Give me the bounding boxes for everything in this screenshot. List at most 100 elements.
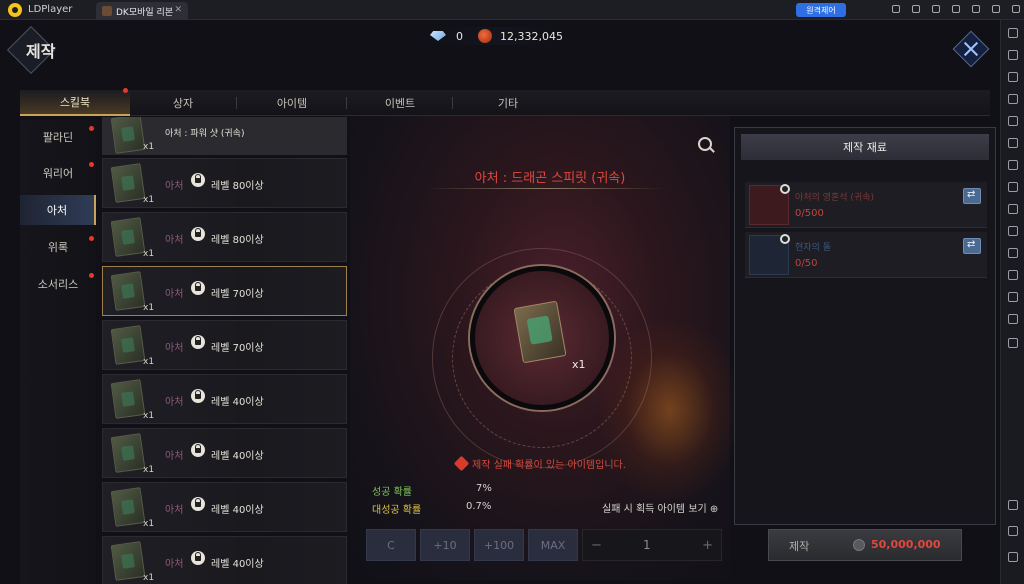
plus-10-button[interactable]: +10	[420, 529, 470, 561]
zoom-icon	[780, 184, 790, 194]
record-icon[interactable]	[1008, 160, 1018, 170]
screen-icon[interactable]	[952, 5, 960, 13]
fail-items-label: 실패 시 획득 아이템 보기	[602, 504, 707, 515]
screenshot-icon[interactable]	[1008, 116, 1018, 126]
tab-close-icon[interactable]: ✕	[174, 5, 182, 15]
recipe-item[interactable]: x1 아처 레벨 70이상	[102, 320, 347, 370]
recipe-list: x1 아처 : 파워 샷 (귀속) x1 아처 레벨 80이상 x1 아처 레벨…	[102, 117, 348, 584]
class-item-warlock[interactable]: 위록	[20, 232, 96, 262]
great-success-rate-row: 대성공 확률 0.7%	[372, 501, 491, 516]
back-icon[interactable]	[1008, 500, 1018, 510]
category-tabs: 스킬북 상자 아이템 이벤트 기타	[20, 88, 990, 116]
class-label: 위록	[47, 241, 69, 254]
clear-button[interactable]: C	[366, 529, 416, 561]
recipe-item[interactable]: x1 아처 레벨 40이상	[102, 374, 347, 424]
shake-icon[interactable]	[1008, 182, 1018, 192]
recipe-level: 레벨 40이상	[211, 451, 264, 462]
tab-divider	[236, 97, 237, 109]
class-item-warrior[interactable]: 워리어	[20, 158, 96, 188]
recipe-item-selected[interactable]: x1 아처 레벨 70이상	[102, 266, 347, 316]
home-icon[interactable]	[1008, 526, 1018, 536]
recipe-item[interactable]: x1 아처 레벨 40이상	[102, 428, 347, 478]
apk-icon[interactable]	[1008, 204, 1018, 214]
dragon-spirit-skillbook-icon[interactable]	[513, 300, 567, 364]
emulator-side-toolbar	[1000, 20, 1024, 584]
lock-icon	[191, 389, 205, 403]
folder-icon[interactable]	[1008, 292, 1018, 302]
skillbook-icon	[110, 271, 146, 311]
recipe-item[interactable]: x1 아처 레벨 40이상	[102, 536, 347, 584]
multi-instance-icon[interactable]	[1008, 50, 1018, 60]
gps-icon[interactable]	[1008, 314, 1018, 324]
craft-label: 제작	[789, 540, 810, 553]
gold-coin-icon	[478, 29, 492, 43]
tab-etc[interactable]: 기타	[454, 90, 562, 116]
warning-icon	[453, 455, 470, 472]
recipe-item[interactable]: x1 아처 레벨 80이상	[102, 212, 347, 262]
more-icon[interactable]	[1008, 338, 1018, 348]
material-item[interactable]: 아처의 영혼석 (귀속) 0/500	[745, 182, 987, 228]
class-label: 소서리스	[37, 278, 79, 291]
fail-items-link[interactable]: 실패 시 획득 아이템 보기 ⊕	[602, 500, 718, 515]
remote-control-button[interactable]: 원격제어	[796, 3, 846, 17]
success-rate-label: 성공 확률	[372, 487, 412, 498]
class-item-archer[interactable]: 아처	[20, 195, 96, 225]
gem-icon	[430, 31, 446, 41]
recipe-prefix: 아처	[165, 451, 184, 462]
class-item-sorceress[interactable]: 소서리스	[20, 269, 96, 299]
settings-icon[interactable]	[1008, 28, 1018, 38]
recipe-qty: x1	[143, 195, 155, 205]
decrement-button[interactable]: −	[591, 538, 602, 553]
keyboard-icon[interactable]	[1008, 72, 1018, 82]
emulator-app-name: LDPlayer	[28, 4, 73, 15]
craft-button[interactable]: 제작 50,000,000	[768, 529, 962, 561]
sync-icon[interactable]	[1008, 270, 1018, 280]
zoom-icon[interactable]	[698, 137, 712, 151]
plus-100-button[interactable]: +100	[474, 529, 524, 561]
tab-divider	[346, 97, 347, 109]
tab-box[interactable]: 상자	[130, 90, 236, 116]
materials-panel: 제작 재료 아처의 영혼석 (귀속) 0/500 현자의 돌 0/50	[734, 127, 996, 525]
close-window-icon[interactable]	[1012, 5, 1020, 13]
swap-icon[interactable]	[963, 238, 981, 254]
recipe-prefix: 아처	[165, 505, 184, 516]
recipe-level: 레벨 40이상	[211, 505, 264, 516]
swap-icon[interactable]	[963, 188, 981, 204]
class-item-paladin[interactable]: 팔라딘	[20, 122, 96, 152]
max-button[interactable]: MAX	[528, 529, 578, 561]
video-icon[interactable]	[1008, 226, 1018, 236]
gem-amount: 0	[456, 29, 463, 43]
emulator-tab[interactable]: DK모바일 리본 ✕	[96, 2, 188, 20]
recipe-item[interactable]: x1 아처 : 파워 샷 (귀속)	[102, 117, 347, 155]
recipe-prefix: 아처	[165, 235, 184, 246]
tab-event[interactable]: 이벤트	[348, 90, 452, 116]
material-name: 현자의 돌	[795, 243, 831, 253]
recent-apps-icon[interactable]	[1008, 552, 1018, 562]
account-icon[interactable]	[912, 5, 920, 13]
increment-button[interactable]: +	[702, 538, 713, 553]
recipe-qty: x1	[143, 142, 155, 152]
recipe-prefix: 아처	[165, 343, 184, 354]
quantity-stepper: − 1 +	[582, 529, 722, 561]
script-icon[interactable]	[1008, 248, 1018, 258]
skillbook-icon	[110, 433, 146, 473]
menu-icon[interactable]	[932, 5, 940, 13]
minimize-icon[interactable]	[972, 5, 980, 13]
material-name: 아처의 영혼석 (귀속)	[795, 193, 874, 203]
gamepad-icon[interactable]	[892, 5, 900, 13]
success-rate-row: 성공 확률 7%	[372, 483, 492, 498]
lock-icon	[191, 497, 205, 511]
volume-icon[interactable]	[1008, 94, 1018, 104]
tab-item[interactable]: 아이템	[238, 90, 346, 116]
recipe-qty: x1	[143, 249, 155, 259]
maximize-icon[interactable]	[992, 5, 1000, 13]
location-icon[interactable]	[1008, 138, 1018, 148]
recipe-item[interactable]: x1 아처 레벨 40이상	[102, 482, 347, 532]
quantity-value[interactable]: 1	[643, 538, 651, 552]
game-tab-icon	[102, 6, 112, 16]
emulator-tab-title: DK모바일 리본	[116, 7, 174, 18]
recipe-item[interactable]: x1 아처 레벨 80이상	[102, 158, 347, 208]
tab-skillbook[interactable]: 스킬북	[20, 90, 130, 116]
close-icon[interactable]	[952, 30, 990, 68]
material-item[interactable]: 현자의 돌 0/50	[745, 232, 987, 278]
